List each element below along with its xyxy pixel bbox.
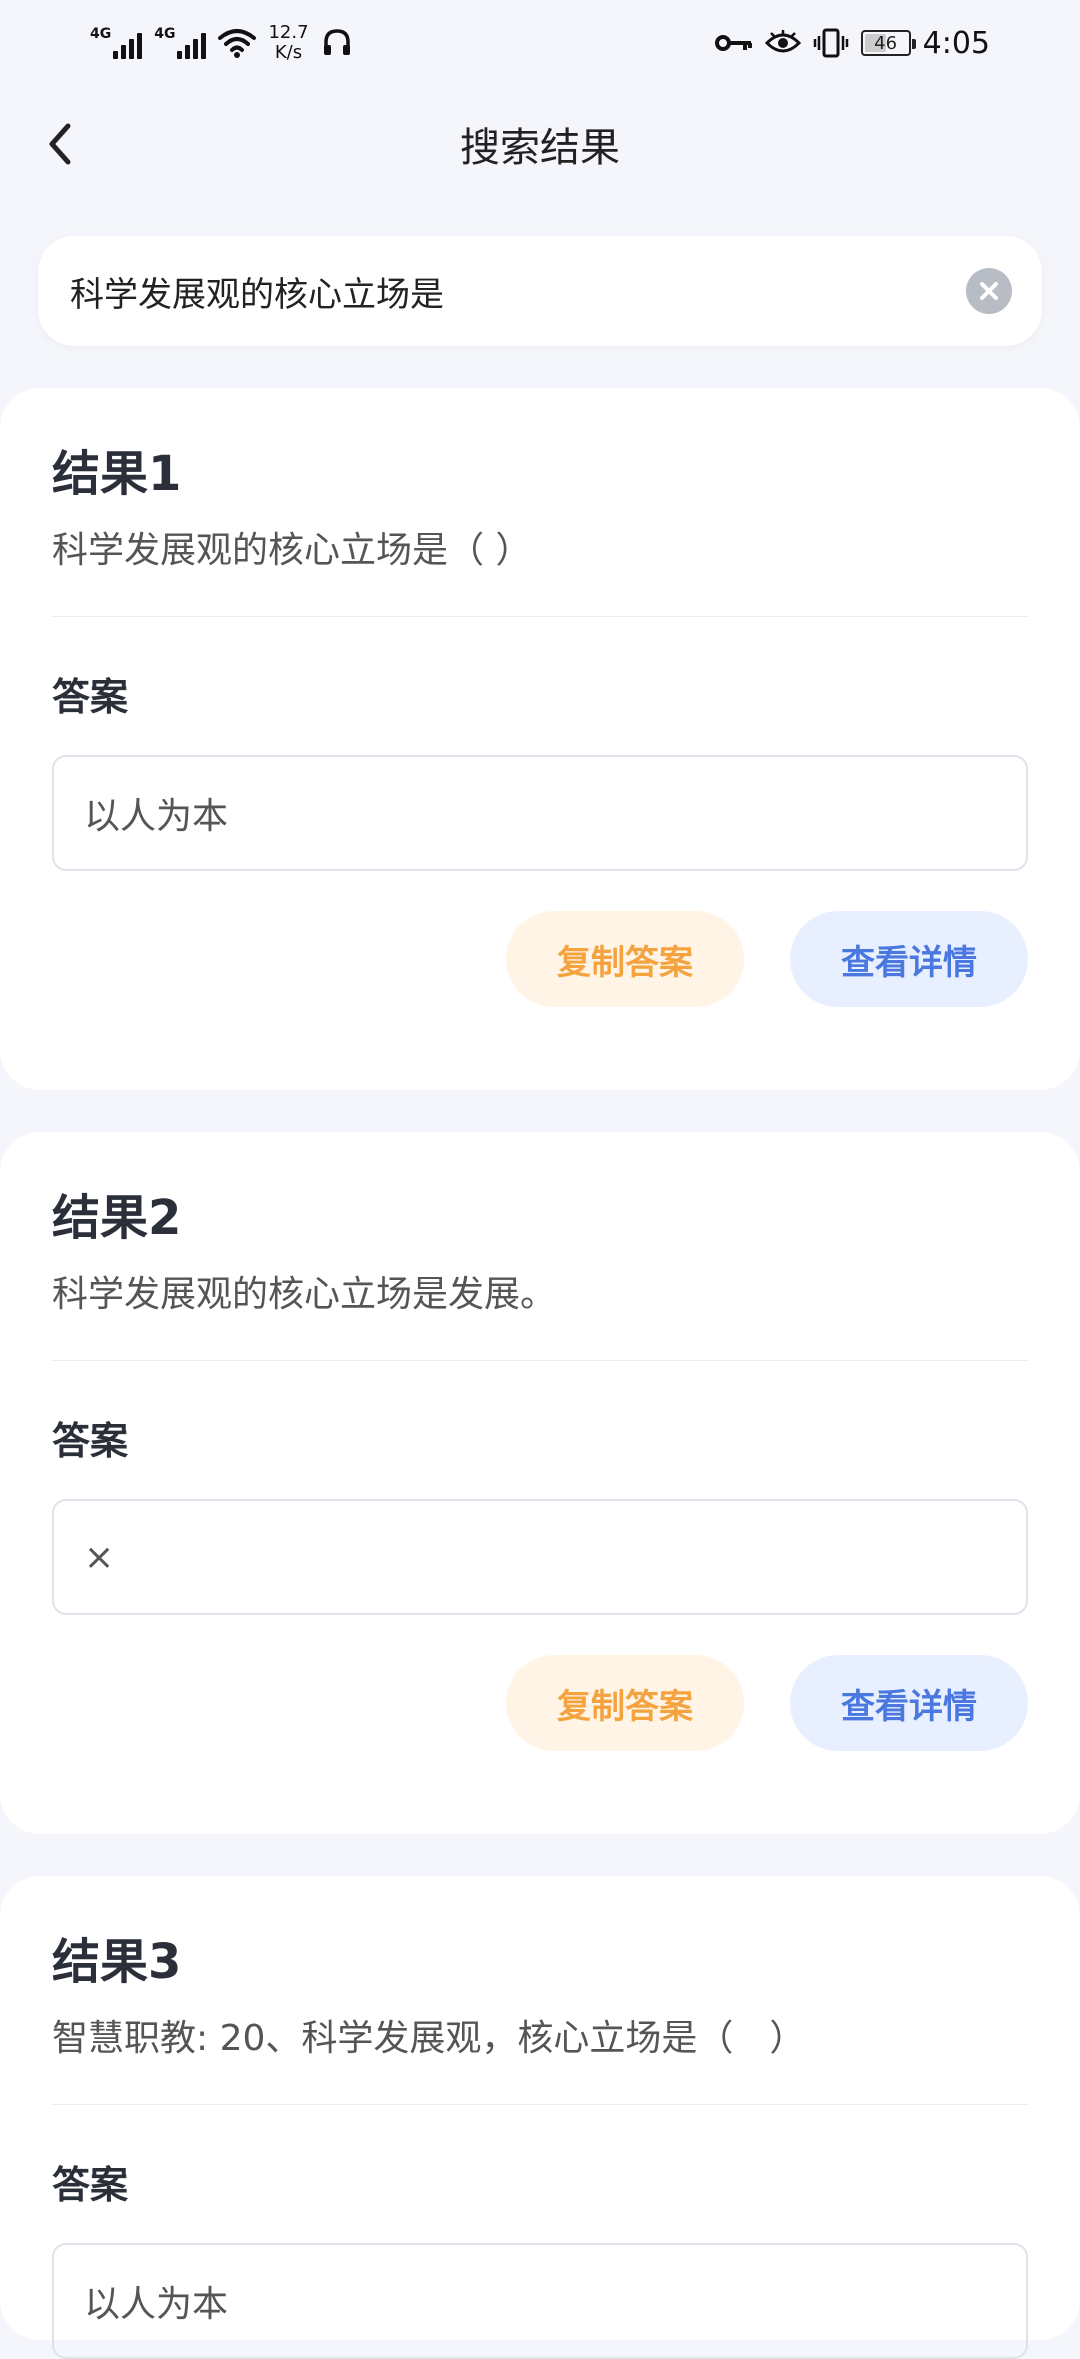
back-button[interactable] [30,114,90,174]
result-card: 结果2 科学发展观的核心立场是发展。 答案 × 复制答案 查看详情 [0,1132,1080,1834]
result-question: 智慧职教: 20、科学发展观，核心立场是（ ） [52,2018,806,2059]
signal-1: 4G [90,26,143,59]
search-bar [38,236,1042,346]
copy-answer-button[interactable]: 复制答案 [506,1655,744,1751]
answer-text: × [84,1536,115,1578]
signal-bars-icon [113,33,143,59]
answer-label: 答案 [52,675,129,719]
divider [52,1360,1028,1361]
speed-value: 12.7 [268,22,309,43]
result-actions: 复制答案 查看详情 [52,1655,1028,1751]
battery-icon: 46 [860,30,916,56]
header: 搜索结果 [0,96,1080,192]
copy-answer-button[interactable]: 复制答案 [506,911,744,1007]
answer-box: 以人为本 [52,755,1028,871]
answer-label: 答案 [52,1419,129,1463]
search-input[interactable] [68,270,932,312]
answer-label: 答案 [52,2163,129,2207]
result-card: 结果1 科学发展观的核心立场是（ ） 答案 以人为本 复制答案 查看详情 [0,388,1080,1090]
view-details-button[interactable]: 查看详情 [790,911,1028,1007]
battery-level: 46 [874,32,898,54]
divider [52,616,1028,617]
answer-box: 以人为本 [52,2243,1028,2359]
result-title: 结果2 [52,1190,182,1246]
result-question: 科学发展观的核心立场是（ ） [52,530,532,571]
result-card: 结果3 智慧职教: 20、科学发展观，核心立场是（ ） 答案 以人为本 [0,1876,1080,2359]
clock: 4:05 [922,25,990,61]
close-icon [980,282,998,300]
result-title: 结果3 [52,1934,182,1990]
result-title: 结果1 [52,446,182,502]
network-type-label: 4G [90,26,112,42]
clear-search-button[interactable] [966,268,1012,314]
speed-unit: K/s [274,42,303,63]
key-icon [714,35,752,51]
result-actions: 复制答案 查看详情 [52,911,1028,1007]
signal-bars-icon [177,33,207,59]
result-question: 科学发展观的核心立场是发展。 [52,1274,557,1315]
signal-2: 4G [154,26,207,59]
chevron-left-icon [49,123,71,165]
answer-text: 以人为本 [84,796,229,837]
wifi-icon [218,29,257,58]
answer-text: 以人为本 [84,2284,229,2325]
headset-icon [323,29,350,55]
eye-icon [764,30,801,53]
page-title: 搜索结果 [460,125,620,171]
answer-box: × [52,1499,1028,1615]
view-details-button[interactable]: 查看详情 [790,1655,1028,1751]
status-bar-left: 4G 4G 12.7 K/s [90,23,353,63]
network-type-label: 4G [154,26,176,42]
network-speed: 12.7 K/s [268,23,308,63]
status-bar: 4G 4G 12.7 K/s 46 4:05 [0,0,1080,86]
vibrate-icon [813,28,848,58]
status-bar-right: 46 4:05 [714,25,990,61]
divider [52,2104,1028,2105]
